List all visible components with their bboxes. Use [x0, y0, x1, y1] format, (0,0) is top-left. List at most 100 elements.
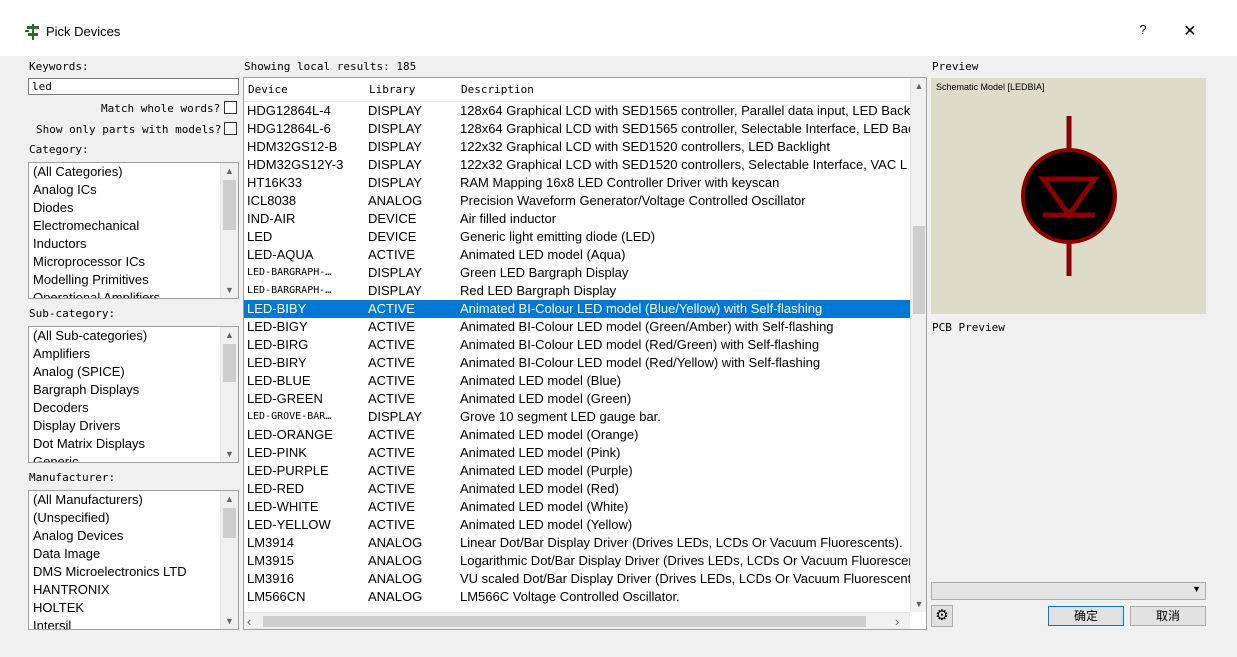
cancel-button[interactable]: 取消	[1130, 606, 1206, 626]
list-item[interactable]: Analog (SPICE)	[29, 363, 220, 381]
list-item[interactable]: HOLTEK	[29, 599, 220, 617]
list-item[interactable]: Microprocessor ICs	[29, 253, 220, 271]
keywords-input[interactable]	[28, 78, 239, 95]
device-cell: LED-BIRY	[247, 355, 307, 370]
scroll-down-icon[interactable]: ▼	[911, 596, 926, 612]
column-header-library[interactable]: Library	[369, 83, 415, 96]
list-item[interactable]: Analog ICs	[29, 181, 220, 199]
list-item[interactable]: Bargraph Displays	[29, 381, 220, 399]
library-cell: ACTIVE	[368, 247, 415, 262]
list-item[interactable]: Dot Matrix Displays	[29, 435, 220, 453]
list-item[interactable]: (All Sub-categories)	[29, 327, 220, 345]
scroll-left-icon[interactable]: ‹	[247, 614, 251, 629]
device-cell: LED-AQUA	[247, 247, 314, 262]
results-vertical-scrollbar[interactable]: ▲ ▼	[910, 78, 926, 612]
scroll-down-icon[interactable]: ▼	[221, 446, 238, 462]
gear-icon[interactable]: ⚙	[931, 605, 953, 627]
table-row[interactable]: LED DEVICE Generic light emitting diode (L…	[244, 228, 910, 246]
table-row[interactable]: LED-GREEN ACTIVE Animated LED model (Green…	[244, 390, 910, 408]
list-item[interactable]: Diodes	[29, 199, 220, 217]
list-item[interactable]: Intersil	[29, 617, 220, 629]
table-row[interactable]: LED-ORANGE ACTIVE Animated LED model (Oran…	[244, 426, 910, 444]
preview-label: Preview	[932, 60, 979, 73]
scroll-up-icon[interactable]: ▲	[911, 78, 926, 94]
table-header: Device Library Description	[244, 78, 910, 102]
table-row[interactable]: LM3914 ANALOG Linear Dot/Bar Display Drive…	[244, 534, 910, 552]
table-row[interactable]: LED-GROVE-BAR… DISPLAY Grove 10 segment LE…	[244, 408, 910, 426]
table-row[interactable]: LED-PURPLE ACTIVE Animated LED model (Purp…	[244, 462, 910, 480]
table-row[interactable]: ICL8038 ANALOG Precision Waveform Generato…	[244, 192, 910, 210]
manufacturer-list[interactable]: (All Manufacturers) (Unspecified) Analog…	[28, 490, 239, 630]
table-row[interactable]: LED-WHITE ACTIVE Animated LED model (White…	[244, 498, 910, 516]
title-bar	[0, 0, 1237, 56]
list-item[interactable]: Generic	[29, 453, 220, 462]
list-item[interactable]: (Unspecified)	[29, 509, 220, 527]
list-item[interactable]: (All Categories)	[29, 163, 220, 181]
table-row[interactable]: LED-BIRG ACTIVE Animated BI-Colour LED mod…	[244, 336, 910, 354]
list-item[interactable]: Data Image	[29, 545, 220, 563]
subcategory-scrollbar[interactable]: ▲ ▼	[220, 327, 238, 462]
list-item[interactable]: Amplifiers	[29, 345, 220, 363]
description-cell: Animated LED model (Yellow)	[460, 517, 633, 532]
list-item[interactable]: DMS Microelectronics LTD	[29, 563, 220, 581]
results-horizontal-scrollbar[interactable]: ‹ ›	[244, 612, 910, 629]
table-row[interactable]: LED-BARGRAPH-… DISPLAY Green LED Bargraph …	[244, 264, 910, 282]
help-button[interactable]: ?	[1133, 22, 1153, 42]
table-row[interactable]: HDG12864L-4 DISPLAY 128x64 Graphical LCD w…	[244, 102, 910, 120]
table-row[interactable]: LED-BARGRAPH-… DISPLAY Red LED Bargraph Di…	[244, 282, 910, 300]
table-row[interactable]: LED-AQUA ACTIVE Animated LED model (Aqua)	[244, 246, 910, 264]
list-item[interactable]: Inductors	[29, 235, 220, 253]
category-scrollbar[interactable]: ▲ ▼	[220, 163, 238, 298]
table-row[interactable]: HDG12864L-6 DISPLAY 128x64 Graphical LCD w…	[244, 120, 910, 138]
scroll-thumb[interactable]	[223, 508, 236, 538]
scroll-up-icon[interactable]: ▲	[221, 491, 238, 507]
table-row[interactable]: LM3916 ANALOG VU scaled Dot/Bar Display Dr…	[244, 570, 910, 588]
list-item[interactable]: Decoders	[29, 399, 220, 417]
list-item[interactable]: Modelling Primitives	[29, 271, 220, 289]
scroll-thumb[interactable]	[263, 616, 866, 627]
scroll-right-icon[interactable]: ›	[895, 614, 899, 629]
device-cell: LED-ORANGE	[247, 427, 333, 442]
manufacturer-scrollbar[interactable]: ▲ ▼	[220, 491, 238, 629]
list-item[interactable]: HANTRONIX	[29, 581, 220, 599]
show-only-models-checkbox[interactable]	[224, 122, 237, 135]
table-row[interactable]: LM566CN ANALOG LM566C Voltage Controlled O…	[244, 588, 910, 606]
ok-button[interactable]: 确定	[1048, 606, 1124, 626]
device-cell: ICL8038	[247, 193, 297, 208]
list-item[interactable]: Analog Devices	[29, 527, 220, 545]
table-row[interactable]: LED-PINK ACTIVE Animated LED model (Pink)	[244, 444, 910, 462]
description-cell: Animated BI-Colour LED model (Red/Yellow…	[460, 355, 821, 370]
library-cell: ACTIVE	[368, 301, 415, 316]
preview-select[interactable]: ▼	[931, 582, 1206, 600]
scroll-up-icon[interactable]: ▲	[221, 163, 238, 179]
table-row[interactable]: IND-AIR DEVICE Air filled inductor	[244, 210, 910, 228]
scroll-thumb[interactable]	[223, 344, 236, 382]
table-row[interactable]: HDM32GS12Y-3 DISPLAY 122x32 Graphical LCD …	[244, 156, 910, 174]
subcategory-list[interactable]: (All Sub-categories) Amplifiers Analog (…	[28, 326, 239, 463]
table-row[interactable]: LED-BIBY ACTIVE Animated BI-Colour LED mod…	[244, 300, 910, 318]
scroll-down-icon[interactable]: ▼	[221, 613, 238, 629]
column-header-device[interactable]: Device	[248, 83, 288, 96]
list-item[interactable]: Operational Amplifiers	[29, 289, 220, 298]
table-row[interactable]: HDM32GS12-B DISPLAY 122x32 Graphical LCD w…	[244, 138, 910, 156]
close-button[interactable]: ✕	[1180, 21, 1200, 41]
table-row[interactable]: LED-RED ACTIVE Animated LED model (Red)	[244, 480, 910, 498]
scroll-thumb[interactable]	[913, 226, 925, 314]
match-whole-words-checkbox[interactable]	[224, 101, 237, 114]
table-row[interactable]: LED-BIRY ACTIVE Animated BI-Colour LED mod…	[244, 354, 910, 372]
scroll-up-icon[interactable]: ▲	[221, 327, 238, 343]
table-row[interactable]: LM3915 ANALOG Logarithmic Dot/Bar Display …	[244, 552, 910, 570]
table-row[interactable]: LED-YELLOW ACTIVE Animated LED model (Yell…	[244, 516, 910, 534]
list-item[interactable]: (All Manufacturers)	[29, 491, 220, 509]
table-row[interactable]: HT16K33 DISPLAY RAM Mapping 16x8 LED Contr…	[244, 174, 910, 192]
column-header-description[interactable]: Description	[461, 83, 534, 96]
results-table[interactable]: Device Library Description HDG12864L-4 DI…	[243, 77, 927, 630]
table-row[interactable]: LED-BIGY ACTIVE Animated BI-Colour LED mod…	[244, 318, 910, 336]
list-item[interactable]: Electromechanical	[29, 217, 220, 235]
category-list[interactable]: (All Categories) Analog ICs Diodes Elect…	[28, 162, 239, 299]
table-row[interactable]: LED-BLUE ACTIVE Animated LED model (Blue)	[244, 372, 910, 390]
scroll-thumb[interactable]	[223, 180, 236, 230]
list-item[interactable]: Display Drivers	[29, 417, 220, 435]
library-cell: DISPLAY	[368, 175, 422, 190]
scroll-down-icon[interactable]: ▼	[221, 282, 238, 298]
